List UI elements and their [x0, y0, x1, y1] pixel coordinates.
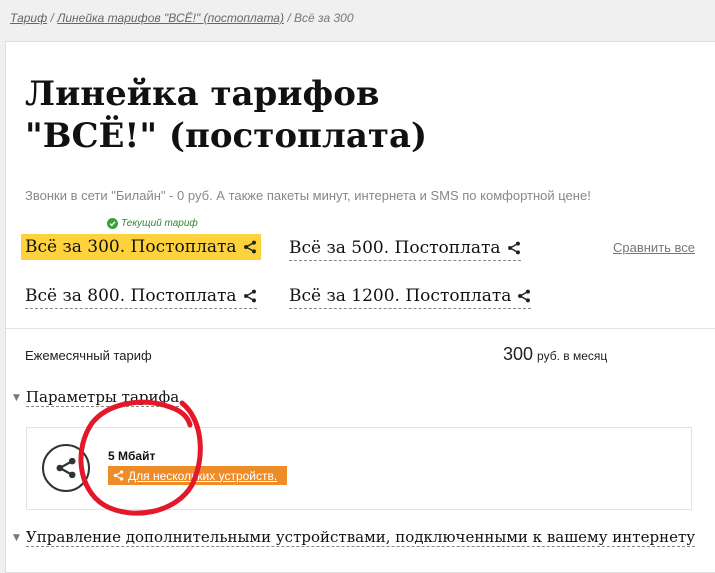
section-divider — [6, 328, 715, 329]
current-tariff-badge: Текущий тариф — [107, 218, 198, 229]
monthly-fee-amount: 300 — [503, 344, 534, 364]
tariff-option-1200[interactable]: Всё за 1200. Постоплата — [289, 285, 532, 309]
tariff-option-label: Всё за 800. Постоплата — [25, 286, 237, 306]
breadcrumb-link-line[interactable]: Линейка тарифов "ВСЁ!" (постоплата) — [57, 11, 284, 25]
page-subtitle: Звонки в сети "Билайн" - 0 руб. А также … — [25, 188, 591, 203]
monthly-fee-label: Ежемесячный тариф — [25, 348, 152, 363]
tariff-card: Линейка тарифов "ВСЁ!" (постоплата) Звон… — [5, 41, 715, 573]
triangle-down-icon: ▼ — [13, 532, 20, 543]
monthly-fee-unit: руб. в месяц — [537, 349, 608, 363]
section-tariff-params-title: Параметры тарифа — [25, 388, 180, 407]
share-icon — [42, 444, 90, 492]
page-title: Линейка тарифов "ВСЁ!" (постоплата) — [25, 73, 427, 157]
page-title-line1: Линейка тарифов — [25, 74, 380, 114]
multi-device-tag[interactable]: Для нескольких устройств. — [108, 466, 288, 485]
tariff-option-500[interactable]: Всё за 500. Постоплата — [289, 237, 521, 261]
section-device-management-title: Управление дополнительными устройствами,… — [25, 528, 696, 547]
breadcrumb-current: Всё за 300 — [294, 11, 354, 25]
share-icon — [507, 241, 520, 255]
tariff-option-800[interactable]: Всё за 800. Постоплата — [25, 285, 257, 309]
param-internet-box: 5 Мбайт Для нескольких устройств. — [26, 427, 692, 510]
share-icon — [113, 470, 124, 481]
share-icon — [243, 240, 256, 254]
breadcrumb: Тариф / Линейка тарифов "ВСЁ!" (постопла… — [10, 11, 354, 25]
share-icon — [243, 289, 256, 303]
section-device-management[interactable]: ▼ Управление дополнительными устройствам… — [13, 528, 696, 547]
share-icon — [518, 289, 531, 303]
triangle-down-icon: ▼ — [13, 392, 20, 403]
multi-device-tag-label: Для нескольких устройств. — [128, 468, 278, 483]
check-icon — [107, 218, 118, 229]
tariff-option-300[interactable]: Всё за 300. Постоплата — [21, 234, 261, 260]
tariff-option-label: Всё за 300. Постоплата — [25, 237, 237, 257]
breadcrumb-separator: / — [50, 11, 54, 25]
compare-all-link[interactable]: Сравнить все — [613, 240, 695, 255]
section-tariff-params[interactable]: ▼ Параметры тарифа — [13, 388, 180, 407]
monthly-fee-value: 300 руб. в месяц — [503, 344, 607, 365]
page-title-line2: "ВСЁ!" (постоплата) — [25, 116, 428, 156]
tariff-option-label: Всё за 1200. Постоплата — [289, 286, 512, 306]
param-internet-value: 5 Мбайт — [108, 449, 156, 463]
breadcrumb-link-tariff[interactable]: Тариф — [10, 11, 47, 25]
current-tariff-badge-label: Текущий тариф — [121, 218, 198, 229]
breadcrumb-separator: / — [287, 11, 291, 25]
tariff-option-label: Всё за 500. Постоплата — [289, 238, 501, 258]
